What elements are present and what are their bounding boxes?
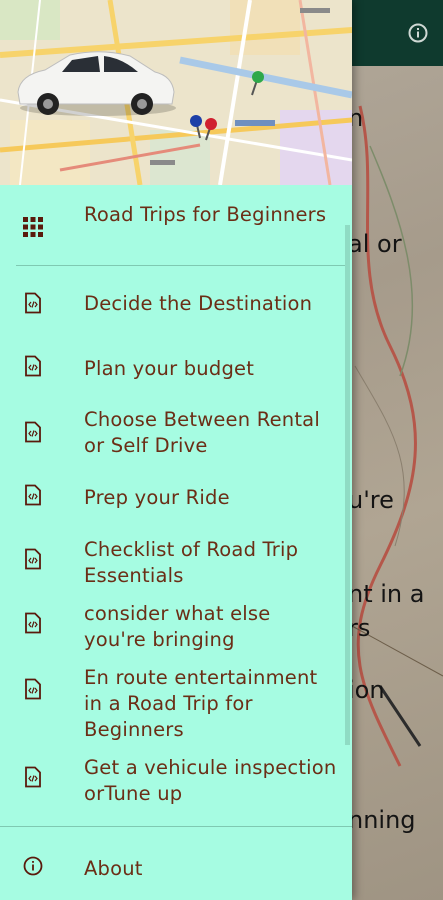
drawer-scrollbar[interactable]: [345, 225, 350, 745]
code-file-icon: [22, 678, 44, 700]
background-text-fragment: n: [348, 104, 364, 132]
drawer-item-label: Get a vehicule inspection orTune up: [84, 756, 337, 805]
navigation-drawer: Road Trips for Beginners Decide the Dest…: [0, 0, 352, 900]
background-text-fragment: al or: [348, 230, 402, 258]
info-circle-icon: [22, 855, 44, 877]
drawer-item-label: Road Trips for Beginners: [84, 203, 327, 226]
code-file-icon: [22, 292, 44, 314]
drawer-item-home[interactable]: Road Trips for Beginners: [0, 200, 352, 256]
drawer-item-prep-ride[interactable]: Prep your Ride: [0, 474, 352, 522]
drawer-item-decide-destination[interactable]: Decide the Destination: [0, 280, 352, 328]
drawer-item-vehicle-inspection[interactable]: Get a vehicule inspection orTune up: [0, 753, 352, 809]
drawer-item-what-else-bringing[interactable]: consider what else you're bringing: [0, 599, 352, 655]
drawer-item-rental-or-self-drive[interactable]: Choose Between Rental or Self Drive: [0, 405, 352, 461]
background-text-fragment: rs: [348, 614, 371, 642]
divider: [16, 265, 346, 266]
drawer-item-label: En route entertainment in a Road Trip fo…: [84, 666, 318, 741]
code-file-icon: [22, 355, 44, 377]
info-circle-icon[interactable]: [407, 22, 429, 44]
grid-icon: [22, 216, 44, 238]
drawer-item-label: About: [84, 857, 143, 880]
drawer-item-label: Prep your Ride: [84, 486, 230, 509]
background-text-fragment: nt in a: [348, 580, 425, 608]
background-text-fragment: u're: [348, 486, 394, 514]
drawer-item-label: Checklist of Road Trip Essentials: [84, 538, 299, 587]
drawer-item-label: Decide the Destination: [84, 292, 313, 315]
drawer-item-label: Plan your budget: [84, 357, 255, 380]
drawer-item-about[interactable]: About: [0, 843, 352, 893]
drawer-item-checklist-essentials[interactable]: Checklist of Road Trip Essentials: [0, 535, 352, 591]
code-file-icon: [22, 612, 44, 634]
divider: [0, 826, 352, 827]
background-text-fragment: ion: [348, 676, 385, 704]
code-file-icon: [22, 766, 44, 788]
drawer-item-label: consider what else you're bringing: [84, 602, 271, 651]
drawer-header-image: [0, 0, 352, 185]
background-text-fragment: nning: [348, 806, 416, 834]
code-file-icon: [22, 548, 44, 570]
drawer-item-en-route-entertainment[interactable]: En route entertainment in a Road Trip fo…: [0, 663, 352, 745]
code-file-icon: [22, 484, 44, 506]
drawer-item-label: Choose Between Rental or Self Drive: [84, 408, 320, 457]
code-file-icon: [22, 421, 44, 443]
drawer-item-plan-budget[interactable]: Plan your budget: [0, 345, 352, 393]
